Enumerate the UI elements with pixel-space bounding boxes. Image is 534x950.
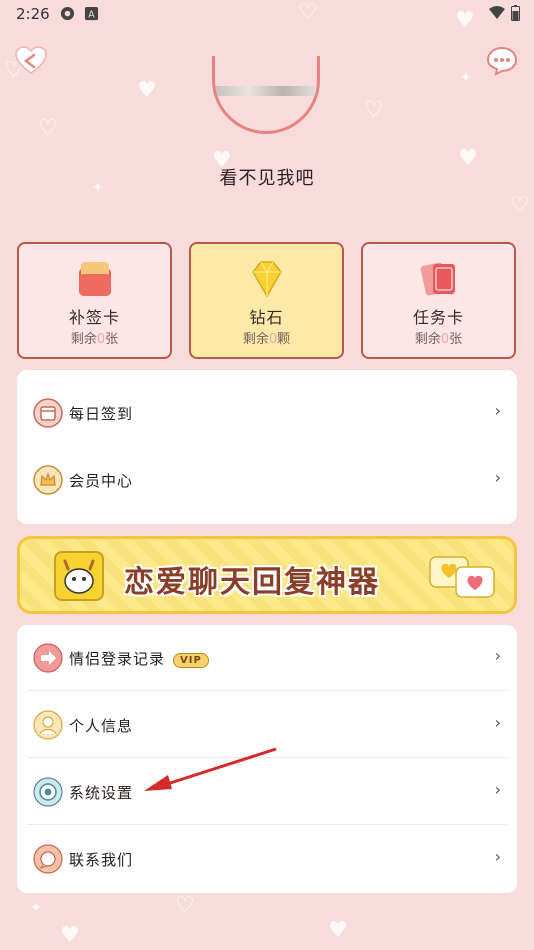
menu-item-label: 会员中心 xyxy=(69,472,134,490)
promo-banner[interactable]: 恋爱聊天回复神器 xyxy=(17,536,517,614)
menu-item-vip-center[interactable]: 会员中心 › xyxy=(17,447,517,513)
sign-card[interactable]: 补签卡 剩余0张 xyxy=(17,242,172,359)
settings-icon xyxy=(33,777,63,807)
message-icon[interactable] xyxy=(486,46,518,76)
diamond-icon xyxy=(251,261,282,298)
remaining-unit: 张 xyxy=(105,332,119,347)
heart-decoration-icon: ♡ xyxy=(175,893,195,918)
login-record-icon xyxy=(33,643,63,673)
menu-item-label: 每日签到 xyxy=(69,405,134,423)
star-decoration-icon: ✦ xyxy=(460,70,472,86)
heart-decoration-icon: ♡ xyxy=(38,116,58,141)
menu-item-contact-us[interactable]: 联系我们 › xyxy=(17,826,517,892)
crown-icon xyxy=(33,465,63,495)
menu-item-couple-login-record[interactable]: 情侣登录记录 VIP › xyxy=(17,625,517,691)
card-remaining: 剩余0张 xyxy=(19,328,170,347)
status-bar: 2:26 A xyxy=(0,0,534,30)
remaining-label: 剩余 xyxy=(70,332,97,347)
heart-decoration-icon: ♥ xyxy=(137,78,157,103)
remaining-count: 0 xyxy=(268,332,278,347)
card-title: 任务卡 xyxy=(412,308,464,327)
back-heart-icon[interactable] xyxy=(14,46,48,76)
star-decoration-icon: ✦ xyxy=(30,900,42,916)
remaining-label: 剩余 xyxy=(242,332,269,347)
mascot-icon xyxy=(54,551,104,601)
avatar-photo xyxy=(215,86,317,96)
heart-decoration-icon: ♡ xyxy=(510,193,530,218)
card-title: 钻石 xyxy=(249,308,284,327)
menu-item-label: 联系我们 xyxy=(69,851,134,869)
calendar-icon xyxy=(33,398,63,428)
app-notification-icon xyxy=(60,6,75,21)
task-card[interactable]: 任务卡 剩余0张 xyxy=(361,242,516,359)
remaining-unit: 颗 xyxy=(277,332,291,347)
contact-icon xyxy=(33,844,63,874)
remaining-count: 0 xyxy=(440,332,450,347)
nickname: 看不见我吧 xyxy=(219,168,315,189)
a-notification-icon: A xyxy=(84,6,99,20)
menu-item-text: 情侣登录记录 xyxy=(69,650,166,668)
menu-item-label: 个人信息 xyxy=(69,717,134,735)
avatar[interactable] xyxy=(212,56,320,134)
diamond-card[interactable]: 钻石 剩余0颗 xyxy=(189,242,344,359)
remaining-label: 剩余 xyxy=(414,332,441,347)
status-right-group xyxy=(489,5,520,21)
heart-decoration-icon: ♡ xyxy=(364,98,384,123)
chevron-right-icon: › xyxy=(494,646,501,665)
remaining-unit: 张 xyxy=(449,332,463,347)
vip-badge: VIP xyxy=(173,653,209,668)
menu-item-label: 系统设置 xyxy=(69,784,134,802)
status-time: 2:26 xyxy=(16,5,50,23)
heart-decoration-icon: ♥ xyxy=(60,923,80,948)
card-remaining: 剩余0颗 xyxy=(191,328,342,347)
chevron-right-icon: › xyxy=(494,780,501,799)
wifi-icon xyxy=(489,6,505,19)
sign-card-icon xyxy=(78,262,111,296)
menu-item-label: 情侣登录记录 VIP xyxy=(69,648,209,669)
chevron-right-icon: › xyxy=(494,401,501,420)
task-card-icon xyxy=(420,262,455,296)
heart-decoration-icon: ♥ xyxy=(328,918,348,943)
annotation-arrow-icon xyxy=(144,747,277,791)
chat-bubbles-icon xyxy=(429,556,495,598)
chevron-right-icon: › xyxy=(494,847,501,866)
banner-title: 恋爱聊天回复神器 xyxy=(124,565,380,600)
card-title: 补签卡 xyxy=(68,308,120,327)
svg-text:A: A xyxy=(88,9,95,20)
battery-icon xyxy=(511,5,520,21)
menu-panel-1: 每日签到 › 会员中心 › xyxy=(17,370,517,524)
card-remaining: 剩余0张 xyxy=(363,328,514,347)
user-icon xyxy=(33,710,63,740)
chevron-right-icon: › xyxy=(494,713,501,732)
remaining-count: 0 xyxy=(96,332,106,347)
chevron-right-icon: › xyxy=(494,468,501,487)
menu-item-daily-signin[interactable]: 每日签到 › xyxy=(17,380,517,446)
